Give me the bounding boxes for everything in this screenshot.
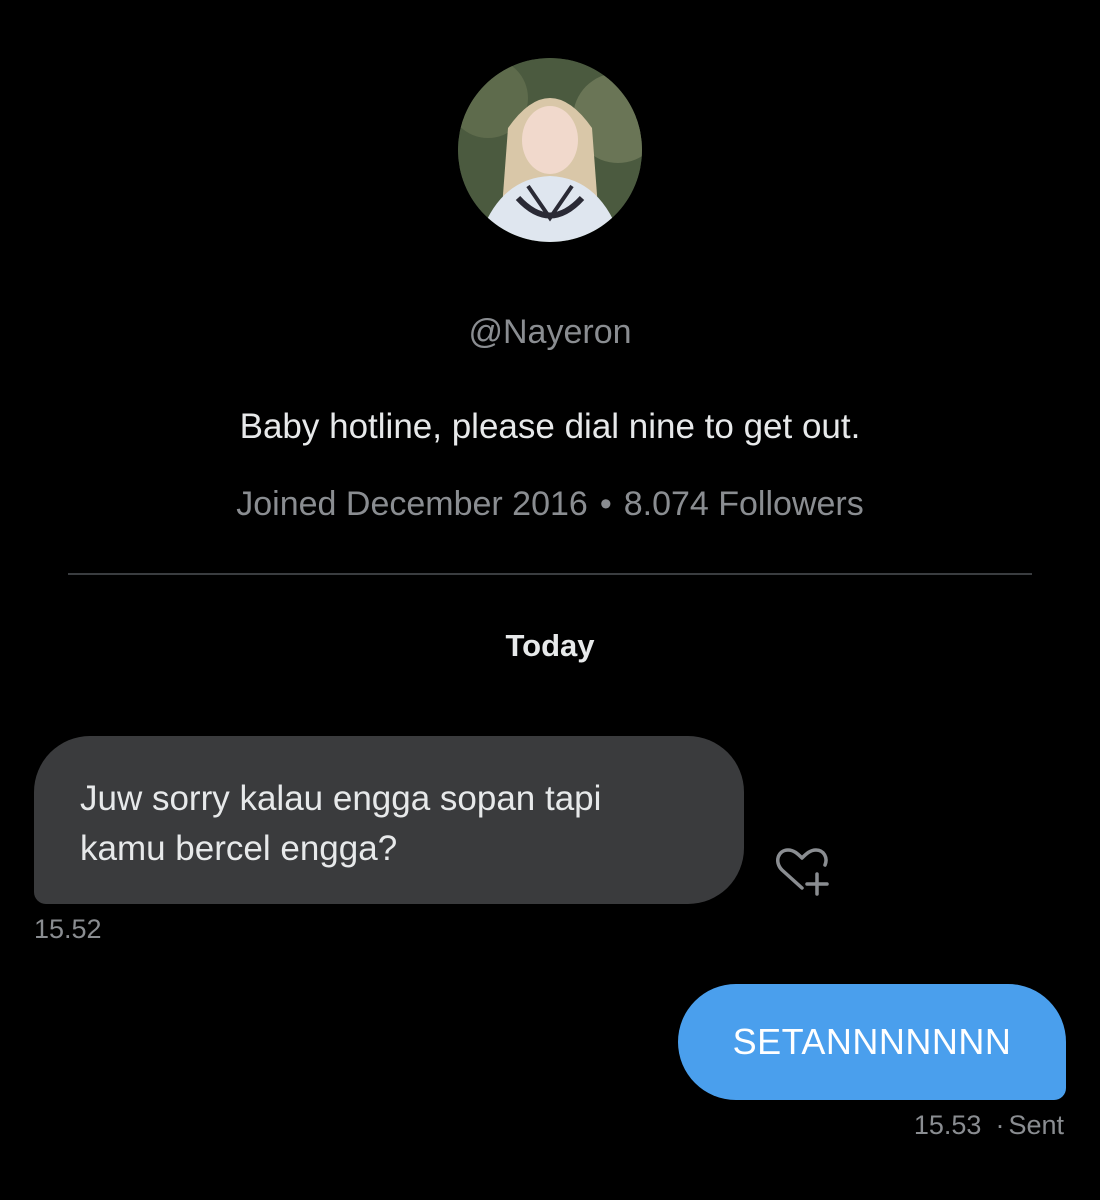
incoming-message-time: 15.52 — [34, 914, 102, 944]
outgoing-message-status: 15.53 · Sent — [914, 1108, 1064, 1142]
outgoing-message-text: SETANNNNNNN — [732, 1021, 1012, 1062]
incoming-message-text: Juw sorry kalau engga sopan tapi kamu be… — [80, 779, 602, 868]
profile-meta: Joined December 2016 • 8.074 Followers — [0, 482, 1100, 526]
profile-bio: Baby hotline, please dial nine to get ou… — [239, 407, 861, 446]
outgoing-message-time: 15.53 — [913, 1110, 982, 1140]
meta-separator: • — [599, 485, 612, 523]
profile-divider — [68, 573, 1032, 575]
followers-count[interactable]: 8.074 Followers — [624, 485, 864, 523]
profile-avatar[interactable] — [458, 58, 642, 242]
outgoing-message-bubble[interactable]: SETANNNNNNN — [678, 984, 1066, 1100]
heart-plus-icon[interactable] — [770, 846, 834, 898]
sent-status: Sent — [1008, 1110, 1064, 1140]
avatar-photo — [458, 58, 642, 242]
joined-date: Joined December 2016 — [236, 485, 588, 523]
day-separator: Today — [505, 628, 595, 663]
profile-handle[interactable]: @Nayeron — [0, 310, 1100, 354]
incoming-message-bubble[interactable]: Juw sorry kalau engga sopan tapi kamu be… — [34, 736, 744, 904]
status-separator: · — [995, 1110, 1005, 1140]
